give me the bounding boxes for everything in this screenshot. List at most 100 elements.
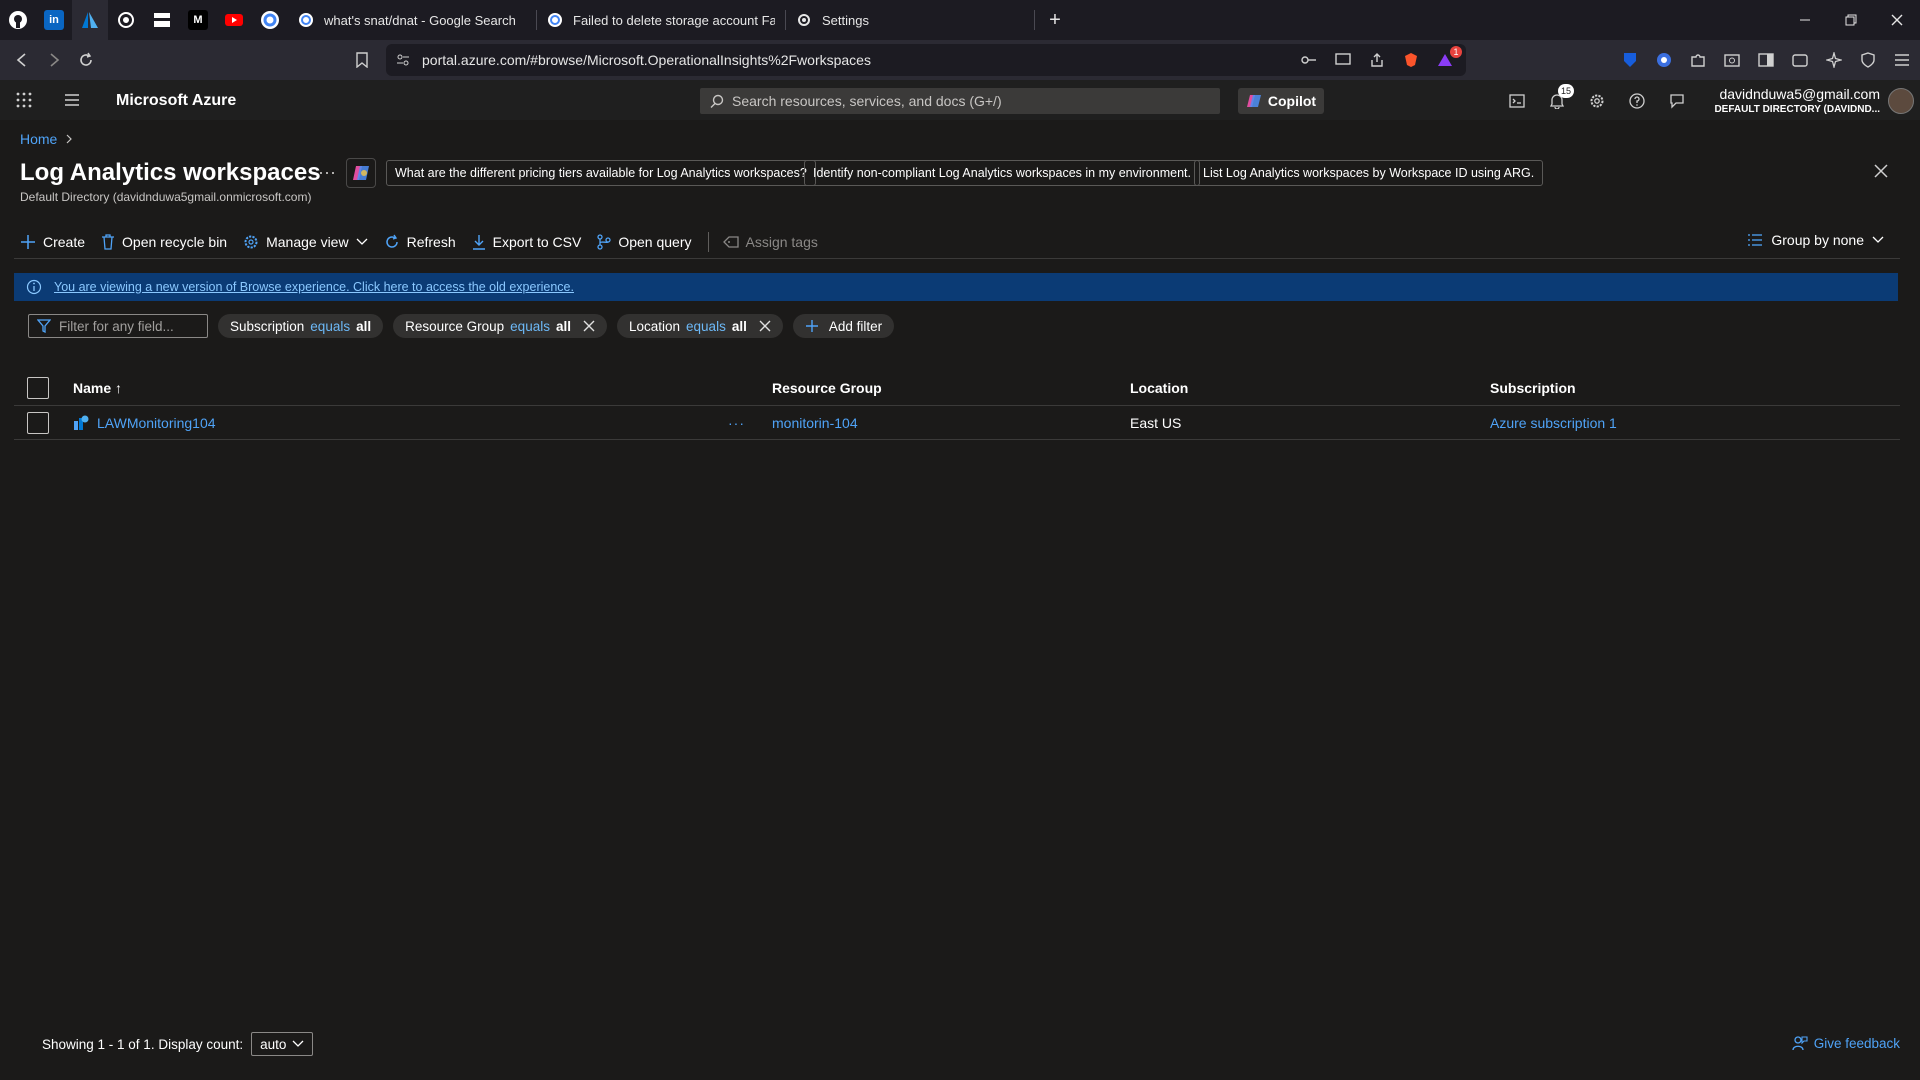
display-count-dropdown[interactable]: auto	[251, 1032, 314, 1056]
info-icon	[26, 279, 42, 295]
pinned-tab-azure[interactable]	[72, 0, 108, 40]
help-button[interactable]	[1624, 88, 1650, 114]
filter-pill-subscription[interactable]: Subscription equals all	[218, 314, 384, 338]
leo-ai-button[interactable]	[1822, 44, 1846, 76]
portal-menu-button[interactable]	[56, 84, 88, 116]
remove-filter-icon[interactable]	[583, 320, 595, 332]
recycle-label: Open recycle bin	[122, 234, 228, 250]
extension-circle[interactable]	[1652, 44, 1676, 76]
workspace-name-link[interactable]: LAWMonitoring104	[97, 415, 216, 431]
column-header-subscription[interactable]: Subscription	[1490, 380, 1576, 396]
subscription-link[interactable]: Azure subscription 1	[1490, 415, 1617, 431]
tag-icon	[722, 236, 739, 248]
recycle-bin-icon	[102, 234, 115, 250]
copilot-suggestion[interactable]: What are the different pricing tiers ava…	[386, 160, 816, 186]
pinned-tab-notes[interactable]	[144, 0, 180, 40]
row-checkbox[interactable]	[27, 411, 49, 434]
extension-bitwarden[interactable]	[1618, 44, 1642, 76]
google-icon	[548, 13, 562, 27]
pinned-tab-linkedin[interactable]: in	[36, 0, 72, 40]
add-filter-button[interactable]: Add filter	[792, 314, 895, 338]
remove-filter-icon[interactable]	[759, 320, 771, 332]
copilot-suggestions-icon[interactable]	[346, 158, 376, 188]
back-arrow-icon	[16, 53, 26, 67]
manage-view-button[interactable]: Manage view	[243, 234, 368, 250]
bookmark-button[interactable]	[346, 44, 378, 76]
group-by-dropdown[interactable]: Group by none	[1747, 232, 1884, 248]
pinned-tab-app[interactable]	[108, 0, 144, 40]
new-tab-button[interactable]: +	[1035, 0, 1075, 40]
waffle-icon	[16, 92, 32, 108]
close-page-button[interactable]	[1874, 164, 1888, 178]
open-query-button[interactable]: Open query	[597, 234, 692, 250]
tab-title: Failed to delete storage account Faile	[573, 12, 775, 28]
refresh-button[interactable]: Refresh	[384, 234, 456, 250]
filter-input[interactable]: Filter for any field...	[28, 314, 208, 338]
avatar[interactable]	[1888, 88, 1914, 114]
browser-tab-strip: in M what's snat/dnat - Google Search Fa…	[0, 0, 1920, 40]
column-header-name[interactable]: Name ↑	[73, 380, 122, 396]
vpn-button[interactable]	[1856, 44, 1880, 76]
column-header-resource-group[interactable]: Resource Group	[772, 380, 882, 396]
pinned-tab-medium[interactable]: M	[180, 0, 216, 40]
share-button[interactable]	[1366, 48, 1388, 72]
copilot-label: Copilot	[1267, 93, 1317, 109]
breadcrumb-home[interactable]: Home	[20, 131, 57, 147]
brave-rewards-button[interactable]: 1	[1434, 46, 1462, 72]
give-feedback-link[interactable]: Give feedback	[1792, 1035, 1900, 1051]
cast-button[interactable]	[1332, 48, 1354, 72]
minimize-button[interactable]	[1782, 0, 1828, 40]
password-key-button[interactable]	[1298, 48, 1320, 72]
restore-button[interactable]	[1828, 0, 1874, 40]
reload-button[interactable]	[70, 44, 102, 76]
row-more-button[interactable]: ···	[728, 415, 745, 431]
screenshot-button[interactable]	[1720, 44, 1744, 76]
notifications-button[interactable]: 15	[1544, 84, 1574, 114]
browser-menu-button[interactable]	[1890, 44, 1914, 76]
account-menu[interactable]: davidnduwa5@gmail.com DEFAULT DIRECTORY …	[1714, 86, 1880, 115]
feedback-header-button[interactable]	[1664, 88, 1690, 114]
wallet-button[interactable]	[1788, 44, 1812, 76]
brave-shields-button[interactable]	[1400, 48, 1422, 72]
browser-tab[interactable]: Settings	[786, 0, 1034, 40]
command-bar: Create Open recycle bin Manage view Refr…	[20, 230, 834, 254]
settings-button[interactable]	[1584, 88, 1610, 114]
forward-button[interactable]	[38, 44, 70, 76]
select-all-checkbox[interactable]	[27, 376, 49, 399]
create-button[interactable]: Create	[20, 234, 85, 250]
app-launcher-button[interactable]	[8, 84, 40, 116]
column-header-location[interactable]: Location	[1130, 380, 1188, 396]
copilot-suggestion[interactable]: Identify non-compliant Log Analytics wor…	[804, 160, 1200, 186]
pill-operator: equals	[510, 318, 550, 334]
tab-title: what's snat/dnat - Google Search	[324, 12, 516, 28]
export-csv-button[interactable]: Export to CSV	[472, 234, 581, 250]
resource-table: Name ↑ Resource Group Location Subscript…	[14, 370, 1900, 440]
address-bar[interactable]: portal.azure.com/#browse/Microsoft.Opera…	[386, 44, 1466, 76]
filter-pill-location[interactable]: Location equals all	[616, 314, 783, 338]
pinned-tab-youtube[interactable]	[216, 0, 252, 40]
cloud-shell-button[interactable]	[1504, 88, 1530, 114]
youtube-icon	[225, 14, 243, 26]
close-window-button[interactable]	[1874, 0, 1920, 40]
pinned-tab-google[interactable]	[252, 0, 288, 40]
page-more-button[interactable]: ···	[318, 162, 336, 183]
assign-tags-button[interactable]: Assign tags	[722, 234, 818, 250]
resource-group-link[interactable]: monitorin-104	[772, 415, 858, 431]
pinned-tab-github[interactable]	[0, 0, 36, 40]
shield-icon	[1861, 52, 1875, 68]
open-recycle-bin-button[interactable]: Open recycle bin	[101, 234, 227, 250]
copilot-button[interactable]: Copilot	[1238, 88, 1324, 114]
copilot-suggestion[interactable]: List Log Analytics workspaces by Workspa…	[1194, 160, 1544, 186]
table-row: LAWMonitoring104 ··· monitorin-104 East …	[14, 406, 1900, 440]
close-icon	[1891, 14, 1903, 26]
back-button[interactable]	[6, 44, 38, 76]
global-search-input[interactable]: Search resources, services, and docs (G+…	[700, 88, 1220, 114]
azure-brand[interactable]: Microsoft Azure	[116, 92, 236, 110]
sidebar-button[interactable]	[1754, 44, 1778, 76]
browser-tab[interactable]: what's snat/dnat - Google Search	[288, 0, 536, 40]
filter-pill-resource-group[interactable]: Resource Group equals all	[393, 314, 607, 338]
old-experience-link[interactable]: You are viewing a new version of Browse …	[54, 280, 574, 294]
terminal-icon	[1509, 94, 1525, 108]
browser-tab[interactable]: Failed to delete storage account Faile	[537, 0, 785, 40]
extensions-button[interactable]	[1686, 44, 1710, 76]
